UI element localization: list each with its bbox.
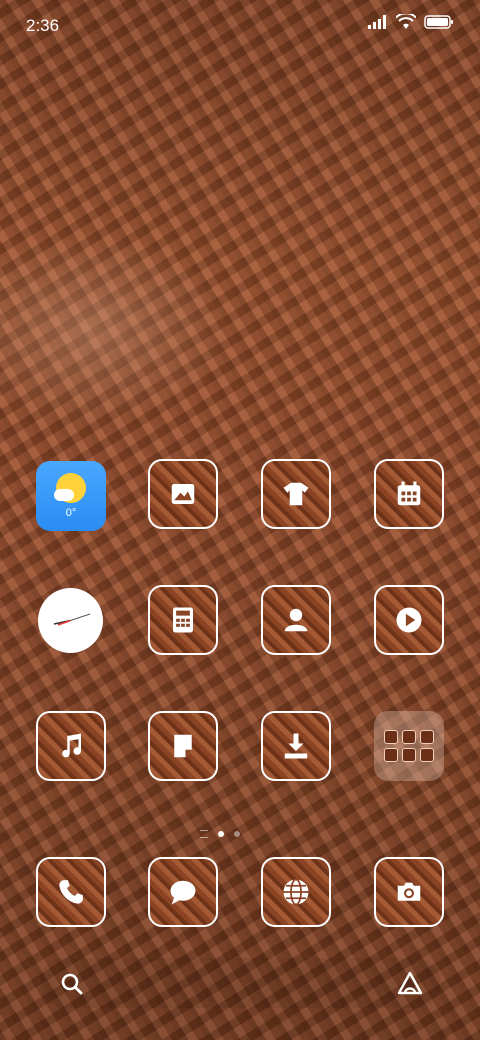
calculator-icon[interactable] bbox=[148, 585, 218, 655]
page-dot[interactable] bbox=[234, 831, 240, 837]
camera-icon[interactable] bbox=[374, 857, 444, 927]
cloud-icon bbox=[54, 489, 74, 501]
folder-app-icon bbox=[420, 730, 434, 744]
folder-app-icon bbox=[420, 748, 434, 762]
themes-icon[interactable] bbox=[261, 459, 331, 529]
page-dot-active[interactable] bbox=[218, 831, 224, 837]
weather-widget[interactable]: 0° bbox=[36, 461, 106, 531]
bottom-bar bbox=[40, 958, 440, 1008]
search-icon[interactable] bbox=[58, 970, 86, 998]
signal-icon bbox=[368, 15, 386, 29]
folder-app-icon bbox=[402, 730, 416, 744]
contacts-icon[interactable] bbox=[261, 585, 331, 655]
phone-icon[interactable] bbox=[36, 857, 106, 927]
home-screen: 2:36 0° bbox=[0, 0, 480, 1040]
launcher-icon[interactable] bbox=[396, 970, 424, 998]
music-icon[interactable] bbox=[36, 711, 106, 781]
weather-temperature: 0° bbox=[65, 507, 77, 519]
status-bar: 2:36 bbox=[0, 0, 480, 50]
clock-widget[interactable] bbox=[38, 588, 103, 653]
page-indicator bbox=[200, 830, 240, 838]
page-indicator-menu[interactable] bbox=[200, 830, 208, 838]
messages-icon[interactable] bbox=[148, 857, 218, 927]
app-folder[interactable] bbox=[374, 711, 444, 781]
clock-face-icon bbox=[53, 613, 91, 626]
downloads-icon[interactable] bbox=[261, 711, 331, 781]
battery-icon bbox=[424, 15, 453, 29]
folder-app-icon bbox=[402, 748, 416, 762]
notes-icon[interactable] bbox=[148, 711, 218, 781]
video-icon[interactable] bbox=[374, 585, 444, 655]
calendar-icon[interactable] bbox=[374, 459, 444, 529]
status-icons bbox=[368, 14, 454, 30]
wifi-icon bbox=[396, 14, 416, 29]
browser-icon[interactable] bbox=[261, 857, 331, 927]
folder-app-icon bbox=[384, 748, 398, 762]
folder-app-icon bbox=[384, 730, 398, 744]
gallery-icon[interactable] bbox=[148, 459, 218, 529]
status-time: 2:36 bbox=[26, 16, 60, 35]
